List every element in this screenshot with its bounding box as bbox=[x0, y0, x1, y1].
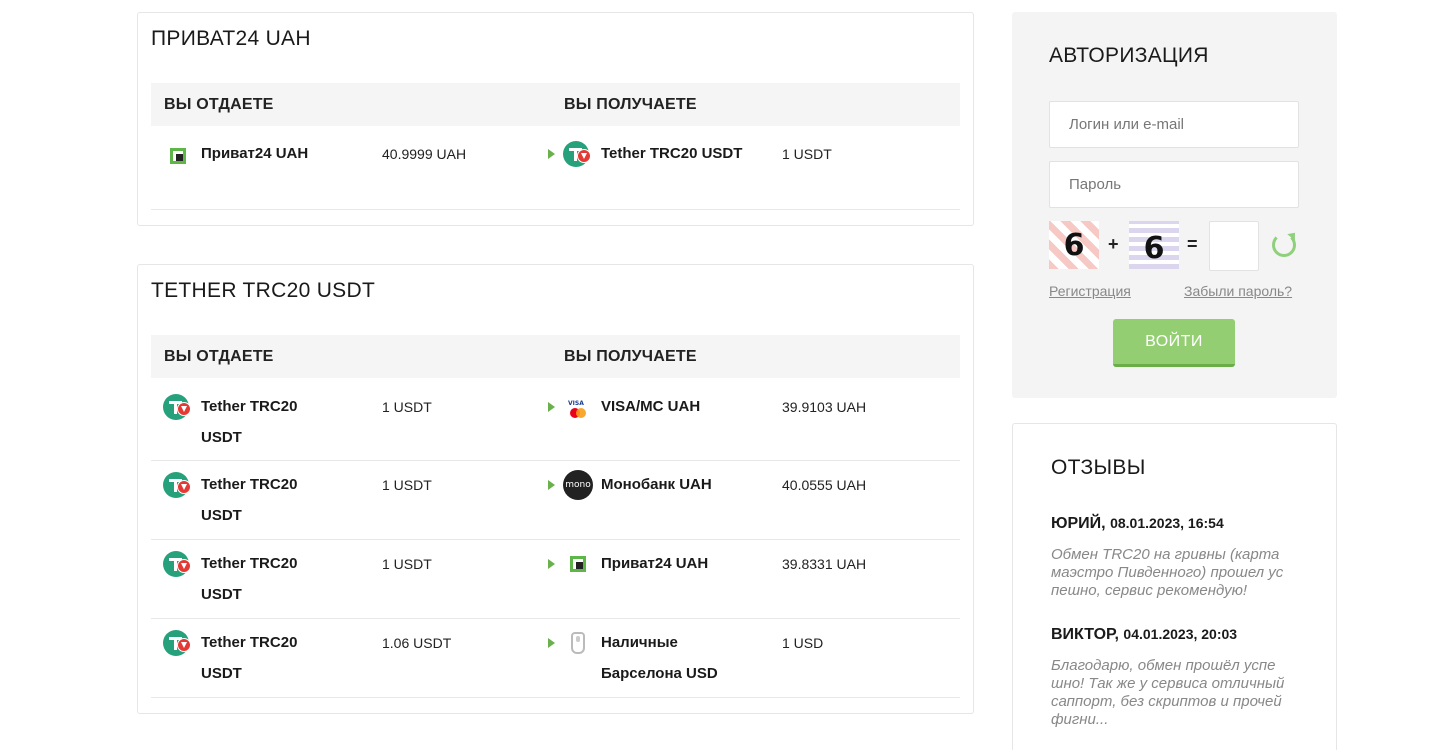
arrow-right-icon bbox=[548, 149, 555, 159]
review-author: ВИКТОР, bbox=[1051, 626, 1119, 643]
table-row[interactable]: Tether TRC20 USDT 1 USDT Приват24 UAH 39… bbox=[151, 540, 960, 619]
give-currency-name: Tether TRC20 USDT bbox=[201, 634, 298, 682]
get-amount: 39.9103 UAH bbox=[782, 399, 867, 415]
table-row[interactable]: Приват24 UAH 40.9999 UAH Tether TRC20 US… bbox=[151, 126, 960, 210]
table-row[interactable]: Tether TRC20 USDT 1 USDT VISA VISA/MC UA… bbox=[151, 379, 960, 461]
captcha-equals: = bbox=[1187, 234, 1198, 254]
login-button[interactable]: ВОЙТИ bbox=[1113, 319, 1235, 367]
panel-title: TETHER TRC20 USDT bbox=[151, 279, 376, 302]
tether-trc20-icon bbox=[563, 141, 593, 171]
col-get-header: ВЫ ПОЛУЧАЕТЕ bbox=[564, 348, 697, 365]
get-amount: 1 USDT bbox=[782, 146, 832, 162]
table-row[interactable]: Tether TRC20 USDT 1.06 USDT Наличные Бар… bbox=[151, 619, 960, 698]
tether-trc20-icon bbox=[163, 472, 191, 498]
give-amount: 1 USDT bbox=[382, 477, 432, 493]
get-currency-name: Tether TRC20 USDT bbox=[601, 145, 743, 162]
arrow-right-icon bbox=[548, 402, 555, 412]
panel-title: ПРИВАТ24 UAH bbox=[151, 27, 311, 50]
captcha-plus: + bbox=[1108, 234, 1119, 254]
get-currency-name: Приват24 UAH bbox=[601, 555, 709, 572]
give-amount: 1.06 USDT bbox=[382, 635, 452, 651]
auth-panel: АВТОРИЗАЦИЯ 6 + 6 = Регистрация Забыли п… bbox=[1012, 12, 1337, 398]
review-author: ЮРИЙ, bbox=[1051, 515, 1106, 532]
table-row[interactable]: Tether TRC20 USDT 1 USDT mono Монобанк U… bbox=[151, 461, 960, 540]
captcha-digit-b: 6 bbox=[1143, 231, 1165, 266]
get-amount: 1 USD bbox=[782, 635, 824, 651]
tether-trc20-icon bbox=[163, 551, 191, 577]
visa-mastercard-icon: VISA bbox=[563, 394, 593, 424]
login-input[interactable] bbox=[1049, 101, 1299, 148]
get-amount: 40.0555 UAH bbox=[782, 477, 867, 493]
password-input[interactable] bbox=[1049, 161, 1299, 208]
review-date: 08.01.2023, 16:54 bbox=[1110, 515, 1224, 531]
review-text: Обмен TRC20 на гривны (карта маэстро Пив… bbox=[1051, 546, 1284, 599]
reload-icon[interactable] bbox=[1272, 233, 1296, 257]
give-currency-name: Tether TRC20 USDT bbox=[201, 476, 298, 524]
forgot-password-link[interactable]: Забыли пароль? bbox=[1184, 283, 1292, 299]
table-header: ВЫ ОТДАЕТЕ ВЫ ПОЛУЧАЕТЕ bbox=[151, 335, 960, 378]
give-amount: 1 USDT bbox=[382, 399, 432, 415]
captcha-image-a: 6 bbox=[1049, 221, 1099, 269]
tether-trc20-icon bbox=[163, 394, 191, 420]
register-link[interactable]: Регистрация bbox=[1049, 283, 1131, 299]
give-currency-name: Tether TRC20 USDT bbox=[201, 398, 298, 446]
cash-icon bbox=[563, 628, 593, 658]
review-header: ВИКТОР, 04.01.2023, 20:03 bbox=[1051, 626, 1237, 644]
get-currency-name: Наличные Барселона USD bbox=[601, 634, 718, 682]
review-date: 04.01.2023, 20:03 bbox=[1123, 626, 1238, 642]
give-currency-name: Приват24 UAH bbox=[201, 145, 309, 162]
give-amount: 40.9999 UAH bbox=[382, 146, 467, 162]
reviews-title: ОТЗЫВЫ bbox=[1051, 456, 1146, 479]
give-amount: 1 USDT bbox=[382, 556, 432, 572]
arrow-right-icon bbox=[548, 638, 555, 648]
col-give-header: ВЫ ОТДАЕТЕ bbox=[164, 96, 274, 113]
auth-title: АВТОРИЗАЦИЯ bbox=[1049, 44, 1209, 67]
reviews-panel: ОТЗЫВЫ ЮРИЙ, 08.01.2023, 16:54 Обмен TRC… bbox=[1012, 423, 1337, 750]
captcha-digit-a: 6 bbox=[1063, 228, 1085, 263]
get-currency-name: VISA/MC UAH bbox=[601, 398, 701, 415]
col-give-header: ВЫ ОТДАЕТЕ bbox=[164, 348, 274, 365]
get-amount: 39.8331 UAH bbox=[782, 556, 867, 572]
table-header: ВЫ ОТДАЕТЕ ВЫ ПОЛУЧАЕТЕ bbox=[151, 83, 960, 126]
privat24-icon bbox=[163, 141, 189, 167]
review-header: ЮРИЙ, 08.01.2023, 16:54 bbox=[1051, 515, 1224, 533]
captcha-image-b: 6 bbox=[1129, 221, 1179, 269]
arrow-right-icon bbox=[548, 559, 555, 569]
give-currency-name: Tether TRC20 USDT bbox=[201, 555, 298, 603]
get-currency-name: Монобанк UAH bbox=[601, 476, 712, 493]
monobank-icon: mono bbox=[563, 470, 593, 500]
captcha-answer-input[interactable] bbox=[1209, 221, 1259, 271]
exchange-panel-tether: TETHER TRC20 USDT ВЫ ОТДАЕТЕ ВЫ ПОЛУЧАЕТ… bbox=[137, 264, 974, 714]
privat24-icon bbox=[563, 549, 593, 579]
col-get-header: ВЫ ПОЛУЧАЕТЕ bbox=[564, 96, 697, 113]
arrow-right-icon bbox=[548, 480, 555, 490]
exchange-panel-privat24: ПРИВАТ24 UAH ВЫ ОТДАЕТЕ ВЫ ПОЛУЧАЕТЕ При… bbox=[137, 12, 974, 226]
tether-trc20-icon bbox=[163, 630, 191, 656]
review-text: Благодарю, обмен прошёл успе шно! Так же… bbox=[1051, 657, 1285, 728]
